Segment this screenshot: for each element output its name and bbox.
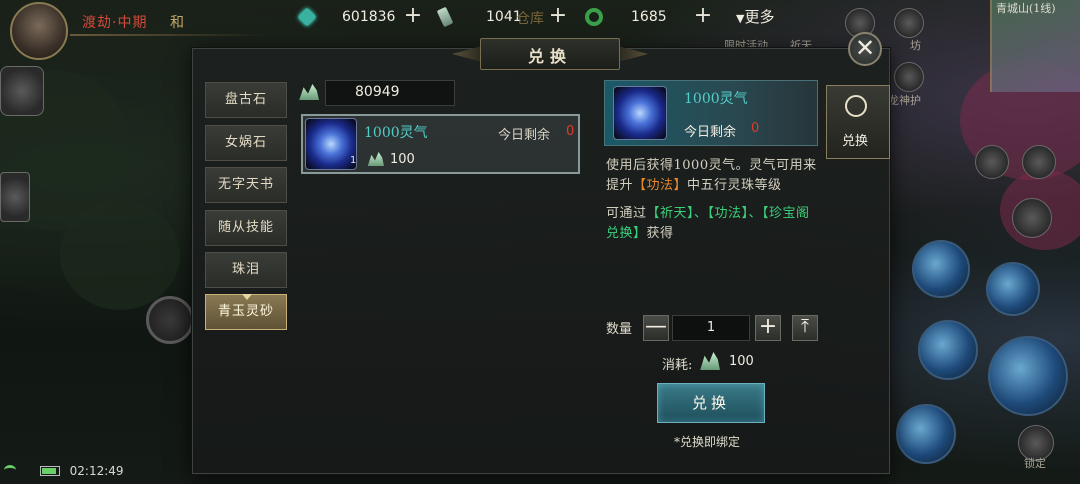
add-jade-button[interactable]: + [692, 5, 714, 27]
cost-value: 100 [729, 354, 754, 369]
gem-icon [297, 7, 317, 27]
scene-foliage [60, 200, 180, 310]
item-source: 可通过【祈天】、【功法】、【珍宝阁兑换】获得 [606, 206, 810, 241]
resource-jade-value: 1685 [631, 9, 667, 25]
exchange-button[interactable]: 兑换 [657, 383, 765, 423]
battery-icon [39, 466, 60, 476]
minimap[interactable]: 青城山(1线) [990, 0, 1080, 92]
hud-divider [70, 34, 270, 36]
item-name: 1000灵气 [364, 125, 428, 141]
item-remaining-label: 今日剩余 [498, 128, 551, 143]
quantity-input[interactable]: 1 [672, 315, 750, 341]
spirit-orb-icon [613, 86, 667, 140]
warehouse-label[interactable]: 仓库 [516, 8, 544, 28]
tab-exchange-label: 兑换 [842, 134, 869, 149]
skill-icon[interactable] [986, 262, 1040, 316]
quantity-increase-button[interactable]: + [755, 315, 781, 341]
quantity-max-button[interactable]: ⤒ [792, 315, 818, 341]
add-gem-button[interactable]: + [402, 5, 424, 27]
resource-gem: 601836 [297, 6, 396, 28]
currency-value: 80949 [355, 84, 400, 100]
wifi-icon [4, 465, 16, 475]
bind-note: *兑换即绑定 [674, 435, 741, 449]
item-stack-count: 1 [350, 155, 357, 166]
dragon-icon[interactable] [894, 62, 924, 92]
category-pangu-stone[interactable]: 盘古石 [205, 82, 287, 118]
market-icon[interactable] [894, 8, 924, 38]
category-follower-skill[interactable]: 随从技能 [205, 210, 287, 246]
panel-title: 兑换 [527, 47, 572, 66]
player-avatar[interactable] [10, 2, 68, 60]
skill-icon[interactable] [918, 320, 978, 380]
emote-icon[interactable] [0, 66, 44, 116]
skill-icon[interactable] [912, 240, 970, 298]
device-status-bar: 02:12:49 [4, 464, 124, 478]
category-pearl-tear[interactable]: 珠泪 [205, 252, 287, 288]
scroll-icon [436, 6, 454, 28]
attack-icon[interactable] [988, 336, 1068, 416]
item-cost: 100 [390, 152, 415, 167]
lock-target-label: 锁定 [1024, 457, 1046, 470]
jade-icon [585, 8, 603, 26]
cost-label: 消耗: [662, 358, 693, 373]
close-button[interactable]: ✕ [848, 32, 882, 66]
dragon-guard-label[interactable]: 龙神护 [888, 92, 921, 108]
category-nuwa-stone[interactable]: 女娲石 [205, 125, 287, 161]
player-realm-extra: 和 [170, 15, 184, 31]
movement-joystick[interactable] [146, 296, 194, 344]
flag-icon[interactable] [0, 172, 30, 222]
bag-icon[interactable] [975, 145, 1009, 179]
resource-scroll: 1041 [436, 6, 522, 28]
player-realm: 渡劫·中期 [82, 15, 148, 31]
more-menu-button[interactable]: ▼更多 [736, 6, 774, 27]
detail-remaining-value: 0 [751, 121, 760, 136]
add-scroll-button[interactable]: + [547, 5, 569, 27]
category-wordless-book[interactable]: 无字天书 [205, 167, 287, 203]
quantity-decrease-button[interactable]: — [643, 315, 669, 341]
skill-icon[interactable] [896, 404, 956, 464]
resource-gem-value: 601836 [342, 9, 396, 25]
quantity-label: 数量 [606, 322, 633, 337]
clock: 02:12:49 [69, 464, 124, 478]
detail-item-name: 1000灵气 [684, 91, 748, 107]
minimap-title: 青城山(1线) [996, 2, 1056, 15]
category-jade-sand[interactable]: 青玉灵砂 [205, 294, 287, 330]
resource-jade: 1685 [585, 6, 667, 28]
market-label[interactable]: 坊 [910, 37, 921, 53]
item-description: 使用后获得1000灵气。灵气可用来提升【功法】中五行灵珠等级 [606, 158, 817, 193]
highlight-gongfa: 【功法】 [633, 178, 688, 193]
detail-remaining-label: 今日剩余 [684, 125, 737, 140]
exchange-tab-icon [845, 95, 867, 117]
spiral-icon[interactable] [1022, 145, 1056, 179]
item-remaining-value: 0 [566, 124, 575, 139]
yin-yang-icon[interactable] [1012, 198, 1052, 238]
